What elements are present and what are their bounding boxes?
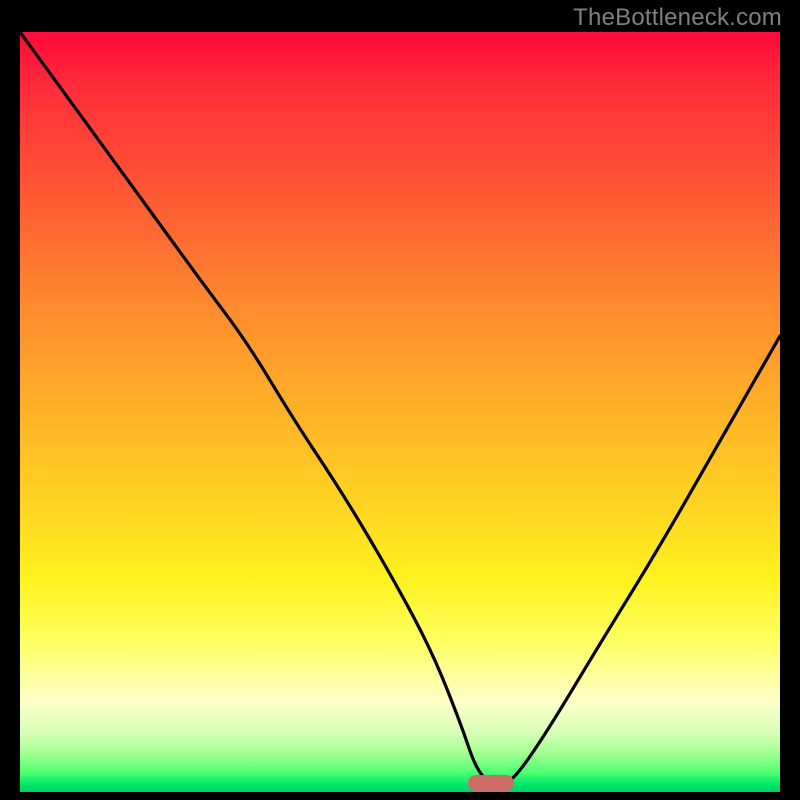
bottleneck-curve: [20, 32, 780, 792]
plot-area: [20, 32, 780, 792]
optimal-marker: [468, 775, 514, 791]
watermark-text: TheBottleneck.com: [573, 4, 782, 32]
chart-frame: TheBottleneck.com: [0, 0, 800, 800]
curve-path: [20, 32, 780, 784]
